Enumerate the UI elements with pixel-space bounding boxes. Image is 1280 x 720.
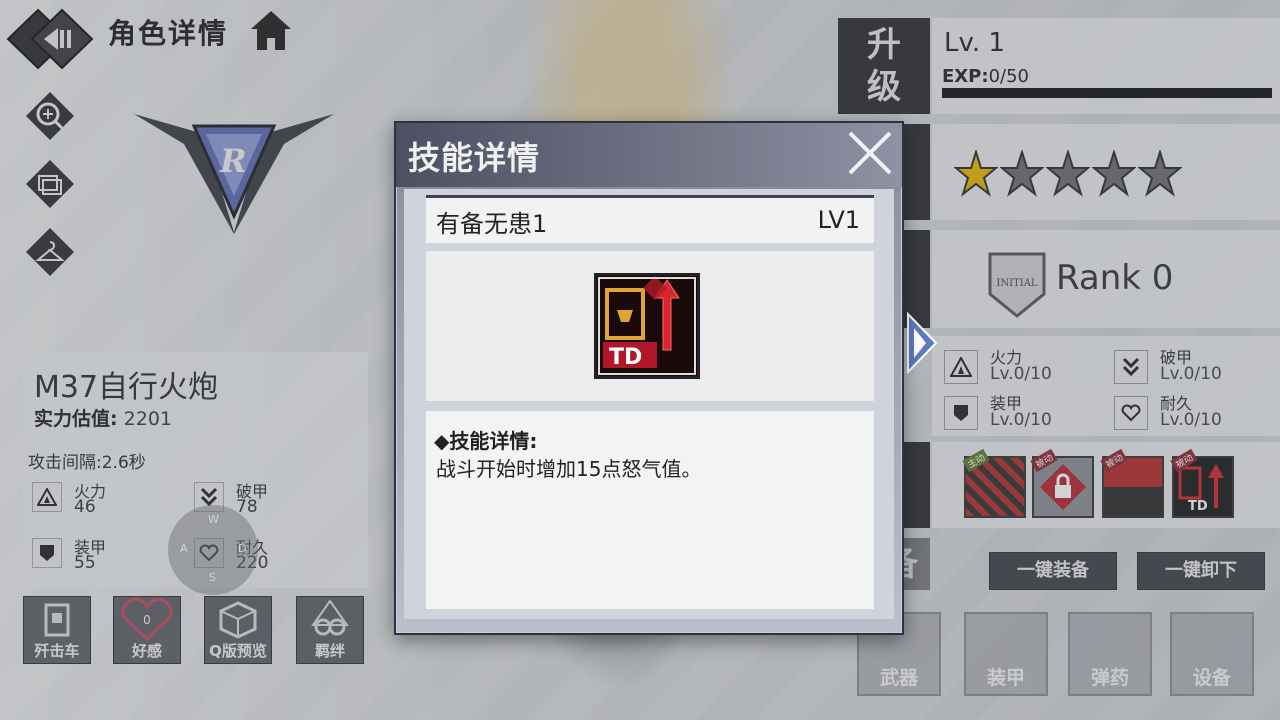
- skill-description-area: ◆技能详情: 战斗开始时增加15点怒气值。: [426, 411, 874, 609]
- skill-icon: TD: [594, 273, 700, 379]
- close-icon: [848, 131, 892, 175]
- skill-detail-dialog: 技能详情 有备无患1 LV1 TD ◆技能详情: 战斗开始时增加15点怒气值。: [394, 121, 904, 635]
- dialog-body: 有备无患1 LV1 TD ◆技能详情: 战斗开始时增加15点怒气值。: [404, 189, 894, 619]
- chevron-right-icon: [907, 311, 938, 375]
- skill-header: 有备无患1 LV1: [426, 195, 874, 243]
- next-arrow-button[interactable]: [904, 311, 938, 375]
- skill-icon-text: TD: [609, 345, 642, 370]
- description-title: ◆技能详情:: [434, 429, 538, 453]
- close-button[interactable]: [844, 127, 896, 179]
- skill-level: LV1: [817, 206, 860, 234]
- skill-name: 有备无患1: [436, 210, 548, 238]
- skill-icon-area: TD: [426, 251, 874, 401]
- dialog-header: 技能详情: [396, 123, 902, 187]
- description-text: 战斗开始时增加15点怒气值。: [436, 457, 702, 481]
- dialog-title: 技能详情: [408, 139, 541, 177]
- td-skill-icon: TD: [597, 276, 697, 376]
